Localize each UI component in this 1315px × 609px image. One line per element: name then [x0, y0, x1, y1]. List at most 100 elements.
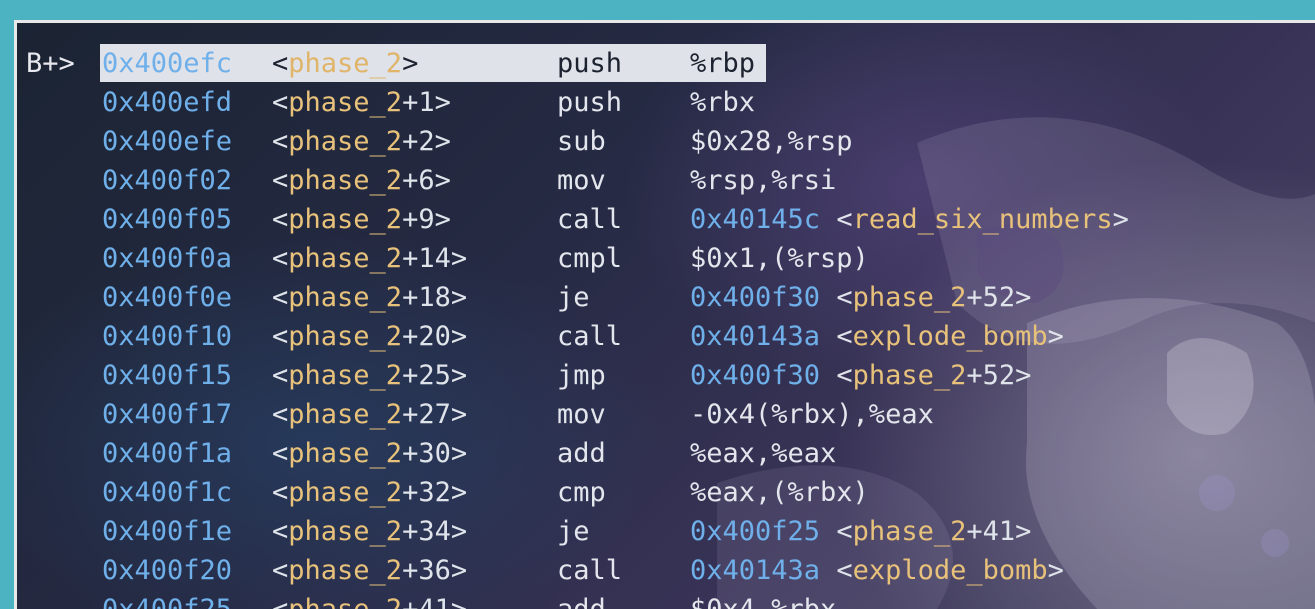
instruction-mnemonic: cmp: [557, 477, 606, 508]
instruction-operands: 0x400f30 <phase_2+52>: [690, 282, 1032, 313]
instruction-operands: %rsp,%rsi: [690, 165, 837, 196]
branch-target-symbol: read_six_numbers: [852, 204, 1113, 235]
instruction-mnemonic: cmpl: [557, 243, 623, 274]
instruction-address: 0x400f05: [102, 204, 233, 235]
instruction-address: 0x400f1e: [102, 516, 233, 547]
symbol-offset: +14: [402, 243, 451, 274]
branch-target-symbol: explode_bomb: [852, 321, 1048, 352]
symbol-offset: +20: [402, 321, 451, 352]
instruction-mnemonic: call: [557, 321, 623, 352]
instruction-operands: -0x4(%rbx),%eax: [690, 399, 934, 430]
branch-target-address: 0x400f30: [690, 360, 821, 391]
symbol-offset: +18: [402, 282, 451, 313]
symbol-name: phase_2: [288, 360, 403, 391]
symbol-reference: <phase_2+2>: [272, 126, 451, 157]
instruction-address: 0x400f02: [102, 165, 233, 196]
instruction-address: 0x400efe: [102, 126, 233, 157]
instruction-operands: 0x400f30 <phase_2+52>: [690, 360, 1032, 391]
symbol-name: phase_2: [288, 48, 403, 79]
symbol-reference: <phase_2+18>: [272, 282, 468, 313]
instruction-operands: $0x1,(%rsp): [690, 243, 869, 274]
symbol-reference: <phase_2+32>: [272, 477, 468, 508]
symbol-reference: <phase_2+14>: [272, 243, 468, 274]
instruction-mnemonic: add: [557, 590, 606, 609]
symbol-offset: +9: [402, 204, 435, 235]
symbol-reference: <phase_2+1>: [272, 87, 451, 118]
instruction-operands: %eax,(%rbx): [690, 477, 869, 508]
instruction-address: 0x400efc: [102, 48, 233, 79]
instruction-address: 0x400f15: [102, 360, 233, 391]
symbol-name: phase_2: [288, 555, 403, 586]
branch-target-address: 0x40143a: [690, 321, 821, 352]
instruction-mnemonic: je: [557, 516, 590, 547]
instruction-mnemonic: mov: [557, 165, 606, 196]
instruction-address: 0x400f20: [102, 555, 233, 586]
symbol-name: phase_2: [288, 126, 403, 157]
instruction-address: 0x400f1a: [102, 438, 233, 469]
symbol-offset: +30: [402, 438, 451, 469]
gdb-tui-asm-pane[interactable]: B+> 0x400efc <phase_2> push %rbp 0x400efd <pha…: [14, 20, 1315, 609]
symbol-name: phase_2: [288, 438, 403, 469]
instruction-mnemonic: sub: [557, 126, 606, 157]
symbol-reference: <phase_2+6>: [272, 165, 451, 196]
branch-target-symbol: phase_2: [852, 360, 967, 391]
instruction-operands: %rbx: [690, 87, 756, 118]
instruction-mnemonic: je: [557, 282, 590, 313]
symbol-name: phase_2: [288, 477, 403, 508]
symbol-offset: +27: [402, 399, 451, 430]
symbol-offset: +25: [402, 360, 451, 391]
breakpoint-marker: B+>: [26, 48, 75, 79]
symbol-offset: +34: [402, 516, 451, 547]
instruction-operands: 0x40143a <explode_bomb>: [690, 555, 1064, 586]
symbol-offset: +2: [402, 126, 435, 157]
symbol-reference: <phase_2+20>: [272, 321, 468, 352]
symbol-reference: <phase_2>: [272, 48, 419, 79]
symbol-name: phase_2: [288, 282, 403, 313]
branch-target-offset: +52: [966, 282, 1016, 313]
symbol-reference: <phase_2+30>: [272, 438, 468, 469]
symbol-name: phase_2: [288, 165, 403, 196]
symbol-name: phase_2: [288, 243, 403, 274]
branch-target-symbol: phase_2: [852, 516, 967, 547]
instruction-operands: 0x40145c <read_six_numbers>: [690, 204, 1129, 235]
symbol-offset: +41: [402, 594, 451, 609]
symbol-name: phase_2: [288, 516, 403, 547]
instruction-mnemonic: call: [557, 204, 623, 235]
symbol-reference: <phase_2+34>: [272, 516, 468, 547]
instruction-mnemonic: jmp: [557, 360, 606, 391]
instruction-operands: %rbp: [690, 48, 756, 79]
symbol-reference: <phase_2+41>: [272, 590, 467, 609]
symbol-offset: +6: [402, 165, 435, 196]
instruction-mnemonic: push: [557, 87, 623, 118]
instruction-operands: $0x28,%rsp: [690, 126, 853, 157]
branch-target-symbol: explode_bomb: [852, 555, 1048, 586]
symbol-name: phase_2: [288, 204, 403, 235]
branch-target-address: 0x40143a: [690, 555, 821, 586]
instruction-address: 0x400f17: [102, 399, 233, 430]
instruction-mnemonic: call: [557, 555, 623, 586]
symbol-offset: +36: [402, 555, 451, 586]
symbol-reference: <phase_2+36>: [272, 555, 468, 586]
instruction-address: 0x400f25: [102, 590, 232, 609]
symbol-name: phase_2: [288, 399, 403, 430]
symbol-reference: <phase_2+25>: [272, 360, 468, 391]
instruction-mnemonic: add: [557, 438, 606, 469]
symbol-offset: +32: [402, 477, 451, 508]
symbol-offset: +1: [402, 87, 435, 118]
branch-target-address: 0x400f30: [690, 282, 821, 313]
symbol-reference: <phase_2+9>: [272, 204, 451, 235]
branch-target-offset: +41: [966, 516, 1016, 547]
branch-target-symbol: phase_2: [852, 282, 967, 313]
instruction-mnemonic: mov: [557, 399, 606, 430]
symbol-name: phase_2: [288, 594, 402, 609]
instruction-operands: 0x400f25 <phase_2+41>: [690, 516, 1032, 547]
symbol-name: phase_2: [288, 321, 403, 352]
instruction-operands: %eax,%eax: [690, 438, 837, 469]
instruction-address: 0x400f10: [102, 321, 233, 352]
symbol-name: phase_2: [288, 87, 403, 118]
symbol-reference: <phase_2+27>: [272, 399, 468, 430]
instruction-address: 0x400f0e: [102, 282, 233, 313]
terminal-window: B+> 0x400efc <phase_2> push %rbp 0x400efd <pha…: [0, 0, 1315, 609]
branch-target-address: 0x40145c: [690, 204, 821, 235]
branch-target-offset: +52: [966, 360, 1016, 391]
